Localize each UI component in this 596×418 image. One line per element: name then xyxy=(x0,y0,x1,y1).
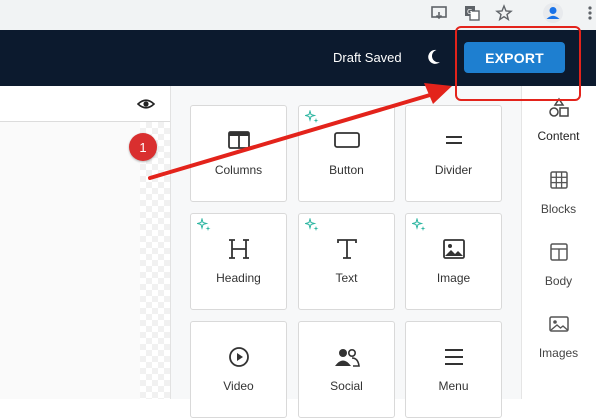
block-tile-button[interactable]: Button xyxy=(298,105,395,202)
heading-icon xyxy=(191,238,286,260)
video-icon xyxy=(191,346,286,368)
image-icon xyxy=(406,238,501,260)
text-icon xyxy=(299,238,394,260)
sidebar-item-label: Content xyxy=(537,129,580,143)
export-highlight-box xyxy=(455,26,581,101)
block-label: Menu xyxy=(438,379,469,393)
sidebar-item-label: Blocks xyxy=(540,202,577,216)
block-tile-divider[interactable]: Divider xyxy=(405,105,502,202)
block-label: Video xyxy=(223,379,254,393)
block-label: Heading xyxy=(216,271,261,285)
block-tile-columns[interactable]: Columns xyxy=(190,105,287,202)
block-tile-text[interactable]: Text xyxy=(298,213,395,310)
menu-icon xyxy=(406,346,501,368)
layout-icon xyxy=(521,242,596,262)
dark-mode-toggle-icon[interactable] xyxy=(424,47,444,67)
sidebar-item-label: Images xyxy=(538,346,579,360)
block-tile-heading[interactable]: Heading xyxy=(190,213,287,310)
email-canvas[interactable] xyxy=(0,122,140,399)
svg-text:G: G xyxy=(467,8,472,16)
sidebar-item-label: Body xyxy=(544,274,573,288)
button-icon xyxy=(299,130,394,150)
canvas-transparent-margin xyxy=(140,122,170,399)
profile-avatar-icon[interactable] xyxy=(541,0,565,26)
block-label: Divider xyxy=(434,163,473,177)
block-tile-social[interactable]: Social xyxy=(298,321,395,418)
sidebar-item-content[interactable]: Content xyxy=(521,97,596,161)
divider-icon xyxy=(406,130,501,150)
ai-sparkle-icon xyxy=(195,217,211,232)
sidebar-item-body[interactable]: Body xyxy=(521,242,596,306)
preview-eye-icon[interactable] xyxy=(136,95,156,113)
blocks-grid-icon xyxy=(521,170,596,190)
translate-icon[interactable]: G xyxy=(460,0,484,26)
ai-sparkle-icon xyxy=(303,109,319,124)
columns-icon xyxy=(191,130,286,150)
draft-status: Draft Saved xyxy=(333,50,402,65)
social-icon xyxy=(299,346,394,368)
sidebar-item-images[interactable]: Images xyxy=(521,314,596,378)
block-label: Button xyxy=(329,163,364,177)
more-vert-icon[interactable] xyxy=(578,0,596,26)
block-label: Social xyxy=(330,379,363,393)
block-tile-menu[interactable]: Menu xyxy=(405,321,502,418)
block-label: Text xyxy=(335,271,358,285)
ai-sparkle-icon xyxy=(410,217,426,232)
ai-sparkle-icon xyxy=(303,217,319,232)
cast-icon[interactable] xyxy=(427,0,451,26)
images-icon xyxy=(521,314,596,334)
block-tile-image[interactable]: Image xyxy=(405,213,502,310)
bookmark-star-icon[interactable] xyxy=(492,0,516,26)
sidebar-item-blocks[interactable]: Blocks xyxy=(521,170,596,234)
block-label: Image xyxy=(436,271,471,285)
step-number-badge: 1 xyxy=(129,133,157,161)
block-label: Columns xyxy=(214,163,263,177)
block-tile-video[interactable]: Video xyxy=(190,321,287,418)
